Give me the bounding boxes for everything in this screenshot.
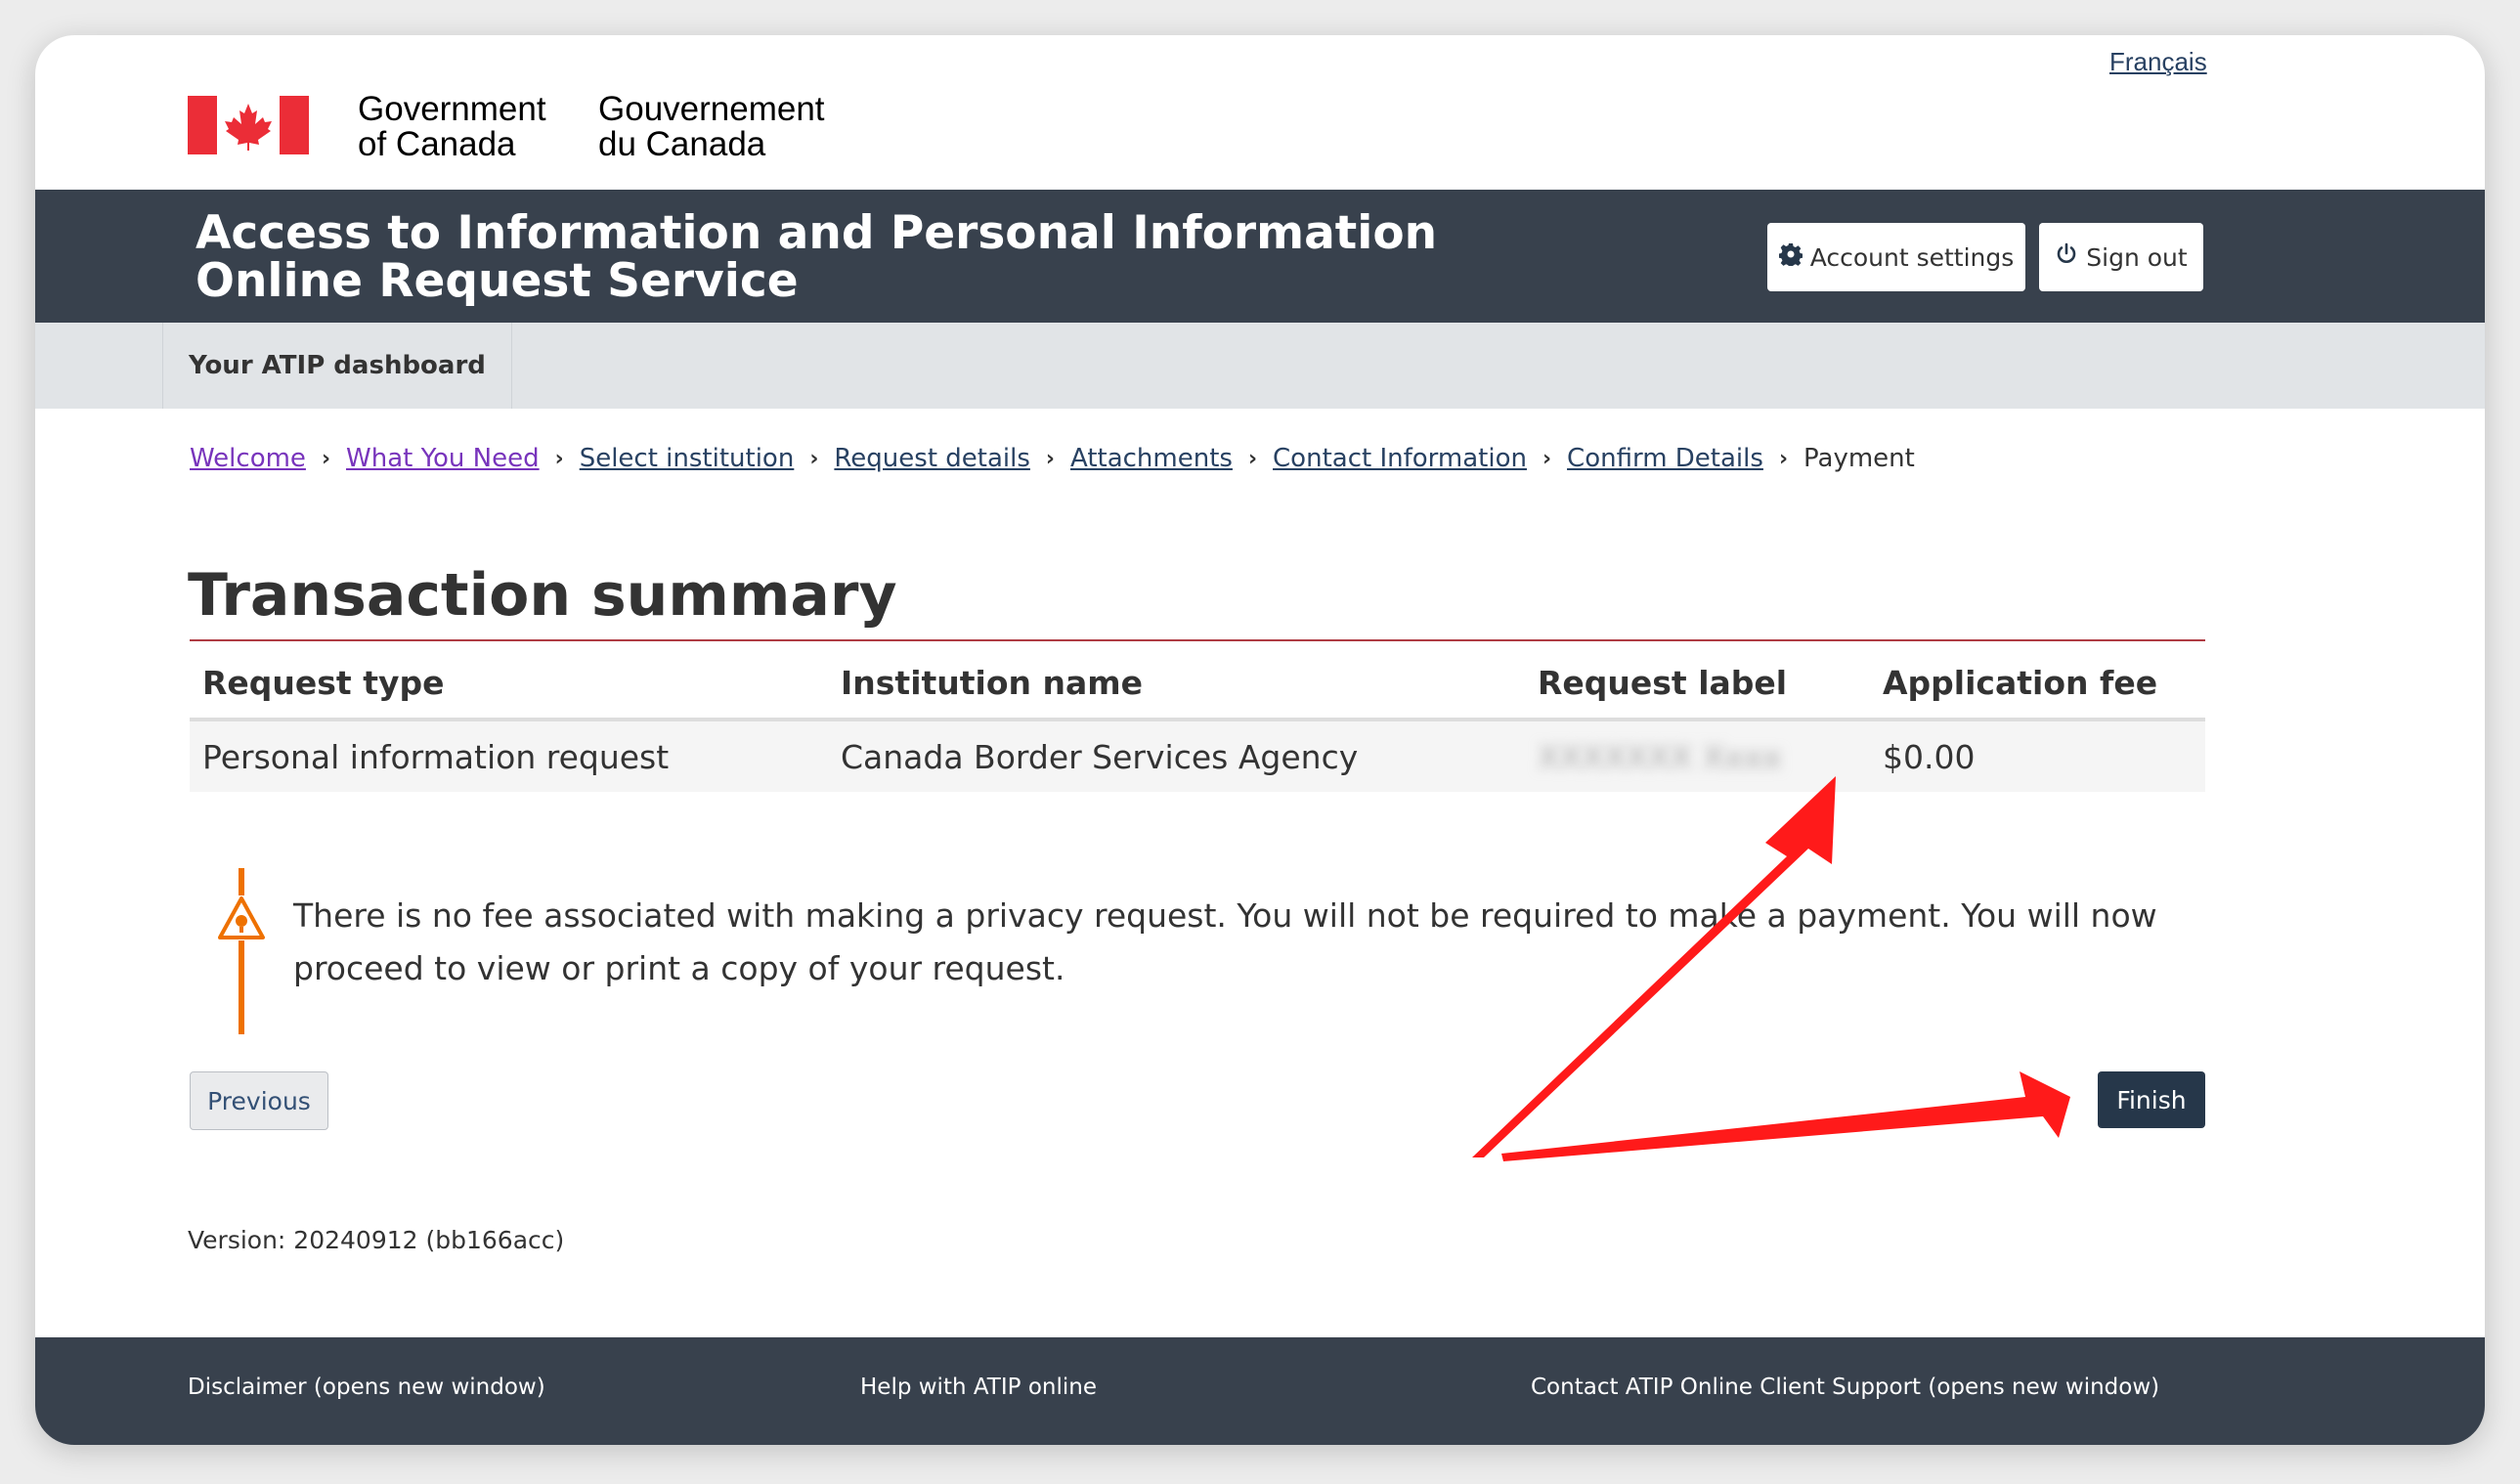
language-toggle-link[interactable]: Français	[2109, 47, 2207, 77]
warning-alert: There is no fee associated with making a…	[199, 868, 2213, 1034]
breadcrumb: Welcome › What You Need › Select institu…	[190, 444, 1915, 473]
sign-out-label: Sign out	[2086, 242, 2188, 272]
footer-link-contact-support[interactable]: Contact ATIP Online Client Support (open…	[1531, 1375, 2159, 1400]
table-header-row: Request type Institution name Request la…	[190, 647, 2205, 721]
footer-link-help[interactable]: Help with ATIP online	[860, 1375, 1097, 1400]
account-settings-label: Account settings	[1809, 242, 2015, 272]
table-row: Personal information request Canada Bord…	[190, 720, 2205, 792]
breadcrumb-request-details[interactable]: Request details	[834, 444, 1030, 473]
browser-window: Français Government of Canada Gouverneme…	[35, 35, 2485, 1445]
annotation-arrow	[1501, 1071, 2070, 1161]
cell-request-type: Personal information request	[190, 720, 828, 792]
finish-button[interactable]: Finish	[2098, 1071, 2205, 1128]
sign-out-button[interactable]: Sign out	[2039, 223, 2203, 291]
service-title: Access to Information and Personal Infor…	[196, 206, 1438, 308]
breadcrumb-attachments[interactable]: Attachments	[1070, 444, 1233, 473]
gov-en-wordmark: Government of Canada	[358, 90, 546, 163]
column-header-request-label: Request label	[1525, 647, 1870, 721]
redacted-request-label: XXXXXXX Xxxx	[1538, 737, 1782, 776]
gov-fr-wordmark: Gouvernement du Canada	[598, 90, 825, 163]
canada-flag-logo	[188, 96, 309, 154]
column-header-institution-name: Institution name	[828, 647, 1525, 721]
footer: Disclaimer (opens new window) Help with …	[35, 1337, 2485, 1445]
cell-application-fee: $0.00	[1870, 720, 2205, 792]
column-header-application-fee: Application fee	[1870, 647, 2205, 721]
service-title-bar: Access to Information and Personal Infor…	[35, 190, 2485, 323]
gear-icon	[1778, 242, 1803, 272]
main-nav-bar: Your ATIP dashboard	[35, 323, 2485, 409]
breadcrumb-what-you-need[interactable]: What You Need	[346, 444, 540, 473]
page-title: Transaction summary	[188, 561, 897, 630]
breadcrumb-payment: Payment	[1803, 444, 1915, 473]
warning-message: There is no fee associated with making a…	[293, 896, 2157, 987]
column-header-request-type: Request type	[190, 647, 828, 721]
nav-item-dashboard[interactable]: Your ATIP dashboard	[162, 323, 512, 409]
cell-institution-name: Canada Border Services Agency	[828, 720, 1525, 792]
footer-link-disclaimer[interactable]: Disclaimer (opens new window)	[188, 1375, 545, 1400]
breadcrumb-select-institution[interactable]: Select institution	[580, 444, 795, 473]
chevron-right-icon: ›	[321, 446, 331, 471]
transaction-summary-table: Request type Institution name Request la…	[190, 647, 2205, 792]
previous-button[interactable]: Previous	[190, 1071, 328, 1130]
chevron-right-icon: ›	[1247, 446, 1258, 471]
warning-icon	[217, 895, 266, 944]
breadcrumb-contact-information[interactable]: Contact Information	[1273, 444, 1527, 473]
power-icon	[2055, 242, 2078, 272]
chevron-right-icon: ›	[809, 446, 819, 471]
chevron-right-icon: ›	[554, 446, 564, 471]
version-info: Version: 20240912 (bb166acc)	[188, 1226, 565, 1254]
chevron-right-icon: ›	[1542, 446, 1552, 471]
breadcrumb-welcome[interactable]: Welcome	[190, 444, 306, 473]
cell-request-label: XXXXXXX Xxxx	[1525, 720, 1870, 792]
breadcrumb-confirm-details[interactable]: Confirm Details	[1567, 444, 1763, 473]
account-settings-button[interactable]: Account settings	[1767, 223, 2025, 291]
chevron-right-icon: ›	[1045, 446, 1055, 471]
title-divider	[190, 639, 2205, 641]
chevron-right-icon: ›	[1778, 446, 1789, 471]
warning-accent-bar	[239, 868, 244, 1034]
